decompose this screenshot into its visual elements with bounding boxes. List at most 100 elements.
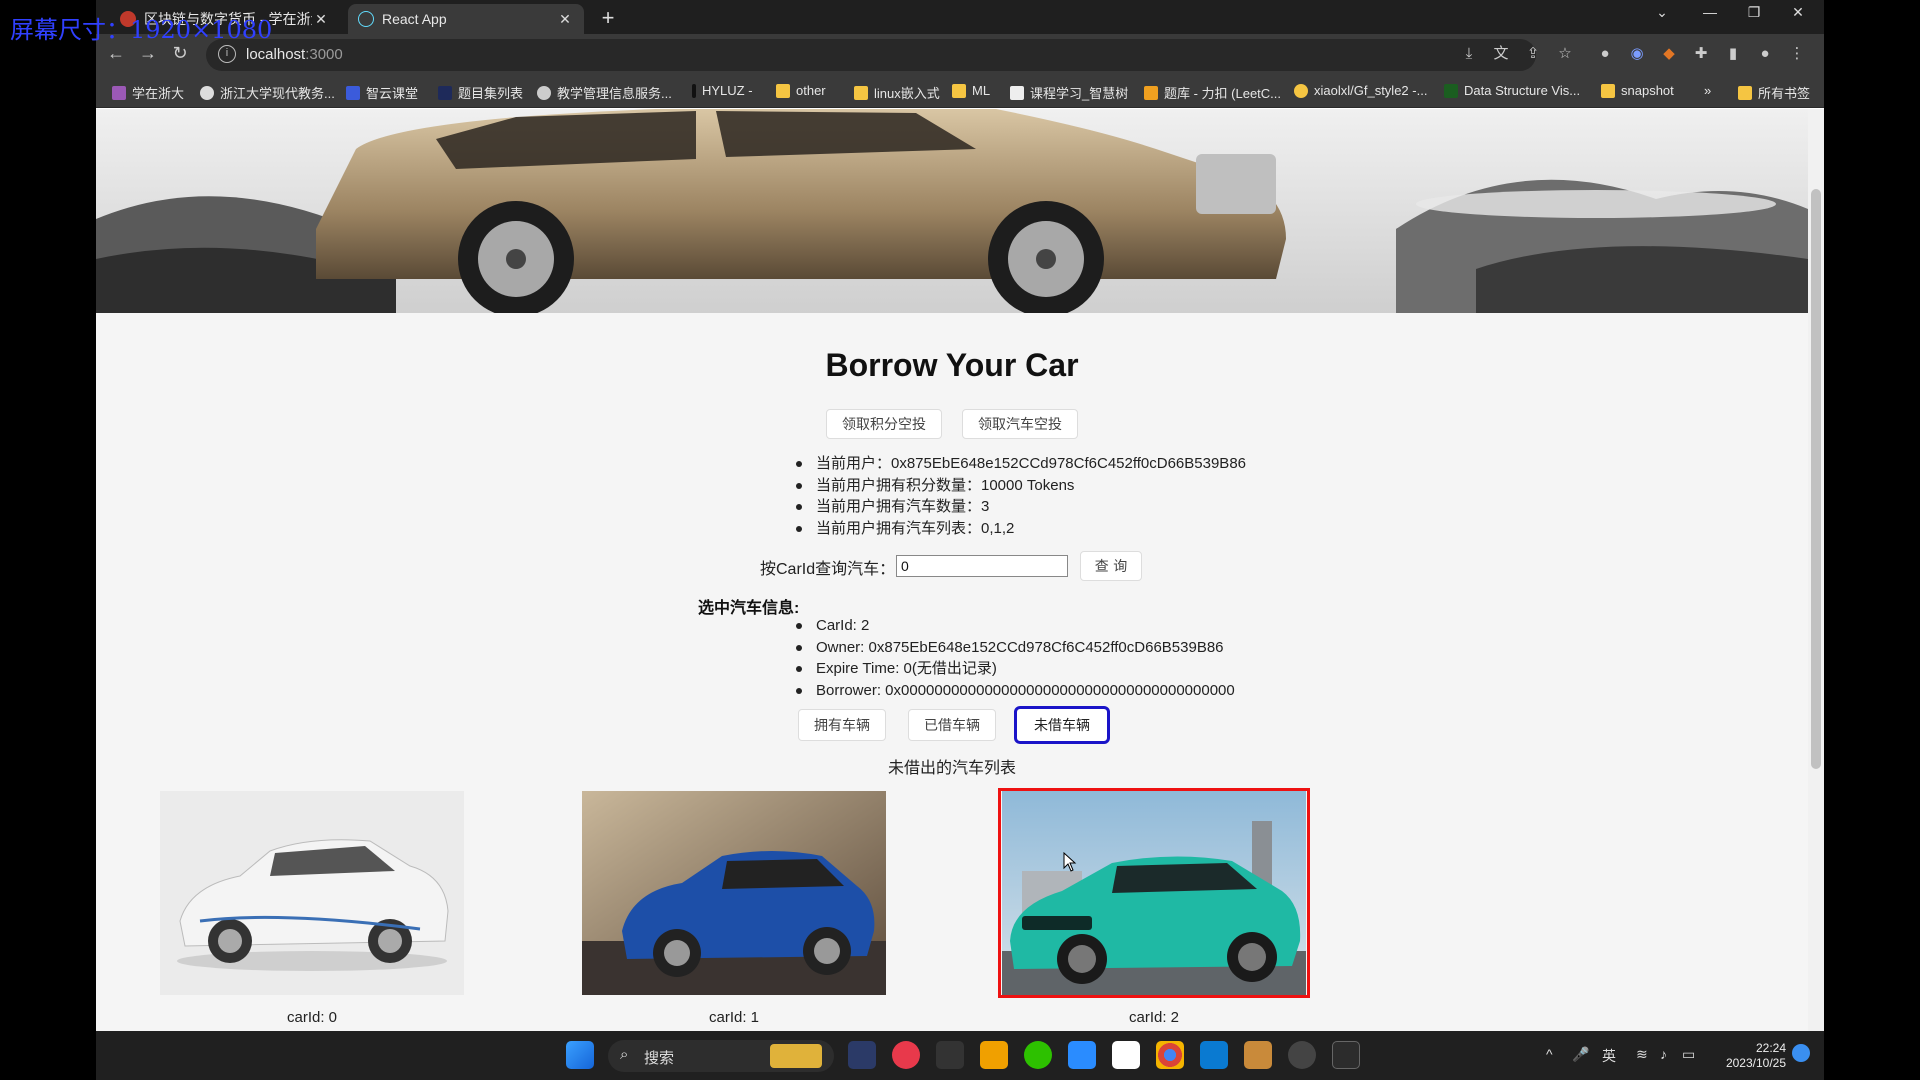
clock-time: 22:24 (1755, 1041, 1786, 1055)
url-host: localhost (246, 46, 306, 63)
bookmark-folder[interactable]: snapshot (1601, 83, 1674, 98)
terminal-icon[interactable] (1332, 1041, 1360, 1069)
forward-arrow-icon[interactable]: → (136, 43, 160, 64)
bookmark-item[interactable]: Data Structure Vis... (1444, 83, 1580, 98)
car-label-2: carId: 2 (1128, 1009, 1180, 1026)
notification-icon[interactable] (1792, 1044, 1810, 1062)
microphone-icon[interactable]: 🎤 (1572, 1046, 1589, 1063)
wifi-icon[interactable]: ≋ (1636, 1046, 1648, 1063)
bookmark-label: HYLUZ - (702, 83, 753, 98)
package-app-icon[interactable] (1244, 1041, 1272, 1069)
address-bar[interactable]: i localhost:3000 (206, 39, 1536, 71)
folder-icon (854, 85, 868, 100)
task-view-icon[interactable] (848, 1041, 876, 1069)
profile-icon[interactable]: ● (1756, 45, 1774, 63)
new-tab-icon[interactable]: + (596, 5, 620, 31)
tab-react-app[interactable]: React App ✕ (348, 4, 584, 34)
vscode-icon[interactable] (1200, 1041, 1228, 1069)
tray-chevron-icon[interactable]: ^ (1546, 1046, 1553, 1062)
bookmark-item[interactable]: 教学管理信息服务... (537, 83, 672, 102)
car-label-0: carId: 0 (286, 1009, 338, 1026)
page-content: Borrow Your Car 领取积分空投 领取汽车空投 当前用户：0x875… (96, 109, 1808, 1031)
user-info-list: 当前用户：0x875EbE648e152CCd978Cf6C452ff0cD66… (794, 453, 1246, 539)
side-panel-icon[interactable]: ▮ (1724, 45, 1742, 63)
ime-indicator[interactable]: 英 (1602, 1046, 1616, 1066)
folder-icon (1601, 83, 1615, 98)
extensions-puzzle-icon[interactable]: ✚ (1692, 45, 1710, 63)
bookmark-item[interactable]: 学在浙大 (112, 83, 184, 102)
translate-icon[interactable]: 文 (1492, 45, 1510, 63)
car-image-0[interactable] (160, 791, 464, 995)
hero-banner-image (96, 109, 1808, 313)
page-scrollbar[interactable] (1808, 109, 1824, 1031)
carid-input[interactable] (896, 555, 1068, 577)
typora-icon[interactable] (1112, 1041, 1140, 1069)
share-icon[interactable]: ⇪ (1524, 45, 1542, 63)
install-icon[interactable]: ⤓ (1460, 45, 1478, 63)
chrome-icon[interactable] (1156, 1041, 1184, 1069)
claim-car-airdrop-button[interactable]: 领取汽车空投 (962, 409, 1078, 439)
borrowed-cars-button[interactable]: 已借车辆 (908, 709, 996, 741)
wechat-icon[interactable] (1024, 1041, 1052, 1069)
multitask-app-icon[interactable] (980, 1041, 1008, 1069)
bookmark-folder[interactable]: linux嵌入式 (854, 83, 940, 102)
netease-music-icon[interactable] (892, 1041, 920, 1069)
car-image-1[interactable] (582, 791, 886, 995)
bookmark-folder[interactable]: ML (952, 83, 990, 98)
chrome-extension-icon[interactable]: ◉ (1628, 45, 1646, 63)
selected-car-heading: 选中汽车信息: (698, 600, 800, 617)
bookmark-label: xiaolxl/Gf_style2 -... (1314, 83, 1428, 98)
feishu-icon[interactable] (1068, 1041, 1096, 1069)
bookmark-label: 题库 - 力扣 (LeetC... (1164, 86, 1282, 101)
ganache-icon[interactable] (1288, 1041, 1316, 1069)
selected-car-owner: Owner: 0x875EbE648e152CCd978Cf6C452ff0cD… (794, 637, 1235, 659)
restore-icon[interactable]: ❐ (1738, 4, 1770, 21)
claim-points-airdrop-button[interactable]: 领取积分空投 (826, 409, 942, 439)
windows-start-icon[interactable] (566, 1041, 594, 1069)
menu-kebab-icon[interactable]: ⋮ (1788, 45, 1806, 63)
selected-car-expire-time: Expire Time: 0(无借出记录) (794, 658, 1235, 680)
url-port: :3000 (305, 46, 343, 63)
bookmark-star-icon[interactable]: ☆ (1556, 45, 1574, 63)
bookmark-item[interactable]: 浙江大学现代教务... (200, 83, 335, 102)
volume-icon[interactable]: ♪ (1660, 1046, 1667, 1062)
back-arrow-icon[interactable]: ← (104, 43, 128, 64)
query-button[interactable]: 查 询 (1080, 551, 1142, 581)
bookmark-item[interactable]: 智云课堂 (346, 83, 418, 102)
bookmark-item[interactable]: xiaolxl/Gf_style2 -... (1294, 83, 1427, 98)
qq-icon[interactable] (936, 1041, 964, 1069)
user-car-list: 当前用户拥有汽车列表：0,1,2 (794, 518, 1246, 540)
folder-icon (952, 83, 966, 98)
owned-cars-button[interactable]: 拥有车辆 (798, 709, 886, 741)
bookmark-folder[interactable]: other (776, 83, 826, 98)
bookmark-label: ML (972, 83, 991, 98)
close-icon[interactable]: ✕ (312, 11, 330, 28)
site-info-icon[interactable]: i (218, 45, 236, 63)
bookmarks-overflow-chevron[interactable]: » (1704, 83, 1711, 98)
bookmark-item[interactable]: 题库 - 力扣 (LeetC... (1144, 83, 1281, 102)
bookmark-label: snapshot (1621, 83, 1674, 98)
available-cars-button[interactable]: 未借车辆 (1014, 706, 1110, 744)
clock[interactable]: 22:24 2023/10/25 (1706, 1041, 1786, 1071)
reload-icon[interactable]: ↻ (168, 43, 192, 64)
battery-icon[interactable]: ▭ (1682, 1046, 1695, 1063)
bookmark-item[interactable]: 题目集列表 (438, 83, 523, 102)
metamask-fox-icon[interactable]: ◆ (1660, 45, 1678, 63)
record-extension-icon[interactable]: ● (1596, 45, 1614, 63)
browser-window: 区块链与数字货币 - 学在浙大 ✕ React App ✕ + ⌄ — ❐ ✕ … (96, 0, 1824, 1031)
bookmark-item[interactable]: 课程学习_智慧树 (1010, 83, 1128, 102)
selected-car-id: CarId: 2 (794, 615, 1235, 637)
close-icon[interactable]: ✕ (556, 11, 574, 28)
search-highlight-icon (770, 1044, 822, 1068)
bookmark-item[interactable]: HYLUZ - (692, 83, 753, 98)
taskbar-search-box[interactable]: ⌕ 搜索 (608, 1040, 834, 1072)
window-close-icon[interactable]: ✕ (1782, 4, 1814, 21)
bookmark-label: 学在浙大 (132, 86, 185, 101)
folder-icon (1738, 85, 1752, 100)
mouse-cursor-icon (1063, 852, 1077, 872)
car-image-2[interactable] (1002, 791, 1306, 995)
all-bookmarks-folder[interactable]: 所有书签 (1738, 83, 1810, 102)
scrollbar-thumb[interactable] (1811, 189, 1821, 769)
minimize-icon[interactable]: — (1694, 4, 1726, 20)
tab-search-chevron-icon[interactable]: ⌄ (1646, 4, 1678, 21)
